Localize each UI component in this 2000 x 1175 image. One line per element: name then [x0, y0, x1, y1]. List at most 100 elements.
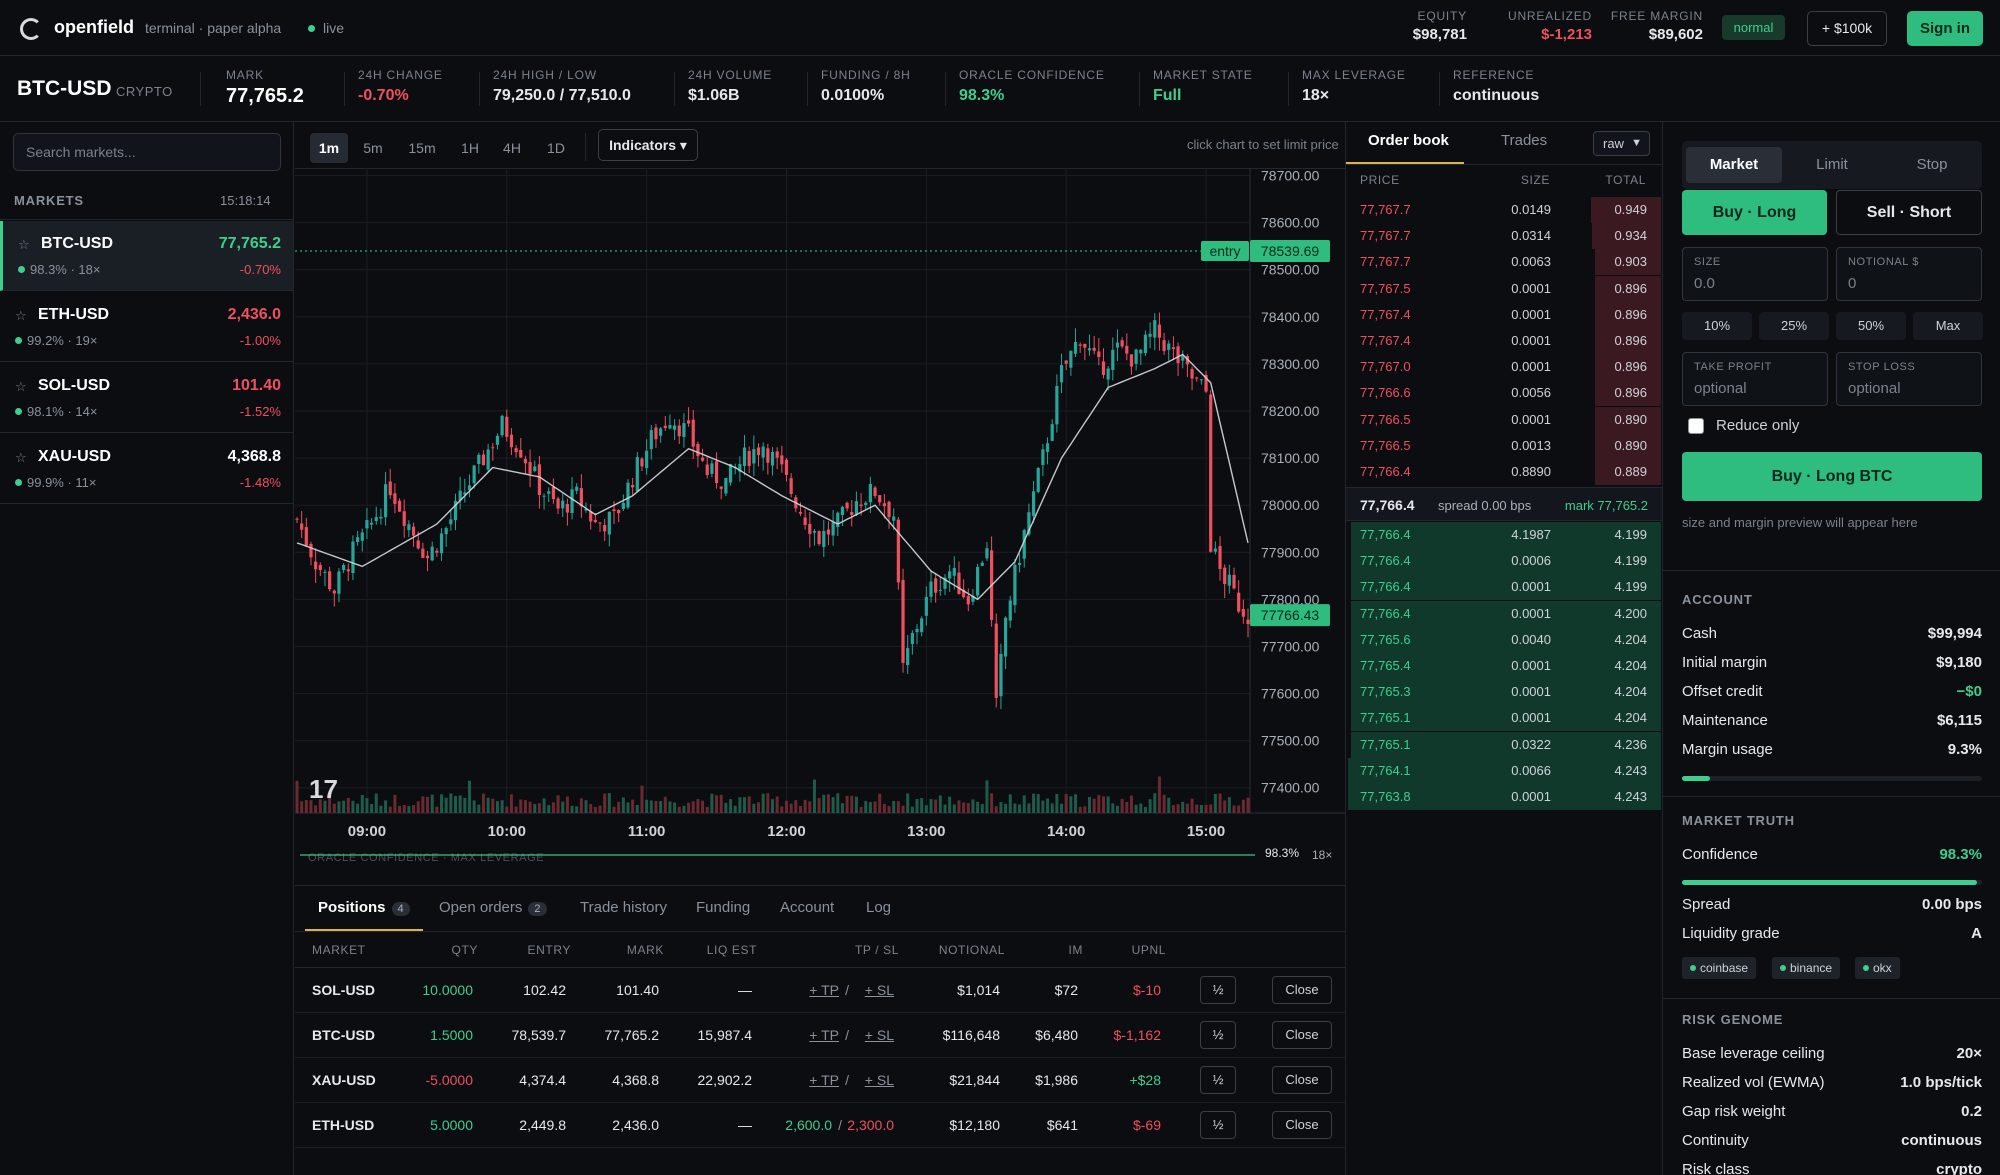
indicators-dropdown[interactable]: Indicators ▾ [598, 129, 698, 161]
size-input[interactable]: 0.0 [1694, 275, 1715, 292]
take-profit-input[interactable]: optional [1694, 380, 1747, 397]
take-profit-value[interactable]: 2,600.0 [785, 1117, 832, 1133]
add-take-profit-link[interactable]: + TP [809, 982, 839, 998]
reduce-only-checkbox[interactable] [1688, 418, 1704, 434]
add-stop-loss-link[interactable]: + SL [865, 1027, 894, 1043]
submit-order-button[interactable]: Buy · Long BTC [1682, 452, 1982, 501]
positions-column-header: NOTIONAL [938, 943, 1005, 957]
take-profit-field[interactable]: TAKE PROFIT optional [1682, 352, 1828, 406]
add-take-profit-link[interactable]: + TP [809, 1072, 839, 1088]
ask-row[interactable]: 77,767.7 0.0063 0.903 [1346, 249, 1661, 276]
ask-row[interactable]: 77,766.6 0.0056 0.896 [1346, 380, 1661, 407]
stop-loss-value[interactable]: 2,300.0 [847, 1117, 894, 1133]
orderbook-tab[interactable]: Order book [1368, 132, 1449, 149]
size-field[interactable]: SIZE 0.0 [1682, 247, 1828, 301]
favorite-star-icon[interactable]: ☆ [15, 308, 27, 324]
bid-row[interactable]: 77,766.4 0.0001 4.199 [1346, 574, 1661, 601]
ask-row[interactable]: 77,767.4 0.0001 0.896 [1346, 328, 1661, 354]
order-type-stop[interactable]: Stop [1884, 147, 1980, 183]
ask-row[interactable]: 77,767.0 0.0001 0.896 [1346, 354, 1661, 381]
bid-row[interactable]: 77,765.3 0.0001 4.204 [1346, 679, 1661, 706]
bid-row[interactable]: 77,763.8 0.0001 4.243 [1346, 784, 1661, 810]
volume-bar [836, 793, 840, 813]
candle-body [346, 569, 350, 572]
ask-row[interactable]: 77,767.4 0.0001 0.896 [1346, 301, 1661, 328]
sell-short-button[interactable]: Sell · Short [1836, 190, 1982, 235]
add-stop-loss-link[interactable]: + SL [865, 1072, 894, 1088]
timeframe-1h[interactable]: 1H [454, 133, 486, 163]
positions-tab[interactable]: Positions 4 [318, 899, 410, 916]
bid-row[interactable]: 77,765.1 0.0322 4.236 [1346, 731, 1661, 758]
order-type-market[interactable]: Market [1686, 147, 1782, 183]
bid-row[interactable]: 77,765.6 0.0040 4.204 [1346, 626, 1661, 653]
position-row[interactable]: XAU-USD -5.0000 4,374.4 4,368.8 22,902.2 + TP… [295, 1058, 1345, 1103]
size-percent-button[interactable]: Max [1913, 312, 1983, 340]
ask-row[interactable]: 77,767.7 0.0314 0.934 [1346, 223, 1661, 250]
bid-row[interactable]: 77,766.4 4.1987 4.199 [1346, 522, 1661, 548]
ask-row[interactable]: 77,766.5 0.0013 0.890 [1346, 432, 1661, 459]
ask-row[interactable]: 77,767.7 0.0149 0.949 [1346, 197, 1661, 223]
timeframe-1m[interactable]: 1m [310, 133, 348, 163]
size-percent-button[interactable]: 25% [1759, 312, 1829, 340]
bid-row[interactable]: 77,765.1 0.0001 4.204 [1346, 705, 1661, 732]
bid-row[interactable]: 77,764.1 0.0066 4.243 [1346, 757, 1661, 784]
half-close-button[interactable]: ½ [1200, 976, 1236, 1004]
half-close-button[interactable]: ½ [1200, 1021, 1236, 1049]
timeframe-15m[interactable]: 15m [401, 133, 443, 163]
add-take-profit-link[interactable]: + TP [809, 1027, 839, 1043]
notional-input[interactable]: 0 [1848, 275, 1856, 292]
stop-loss-field[interactable]: STOP LOSS optional [1836, 352, 1982, 406]
market-row[interactable]: ☆ XAU-USD 4,368.8 99.9% · 11× -1.48% [0, 434, 293, 504]
ask-row[interactable]: 77,766.5 0.0001 0.890 [1346, 406, 1661, 433]
positions-tab[interactable]: Open orders 2 [439, 899, 547, 916]
close-position-button[interactable]: Close [1272, 976, 1332, 1004]
half-close-button[interactable]: ½ [1200, 1111, 1236, 1139]
price-chart[interactable]: entry 78539.69 78700.00 78600.00 78500.00 784… [295, 168, 1345, 848]
position-row[interactable]: SOL-USD 10.0000 102.42 101.40 — + TP / + SL $1,0… [295, 968, 1345, 1013]
position-row[interactable]: BTC-USD 1.5000 78,539.7 77,765.2 15,987.4 + T… [295, 1013, 1345, 1058]
notional-field[interactable]: NOTIONAL $ 0 [1836, 247, 1982, 301]
orderbook-mode-select[interactable]: raw ▼ [1593, 131, 1650, 156]
positions-tab[interactable]: Trade history [580, 899, 667, 916]
market-search-input[interactable]: Search markets... [13, 133, 281, 171]
ask-row[interactable]: 77,767.5 0.0001 0.896 [1346, 275, 1661, 302]
bid-row[interactable]: 77,766.4 0.0001 4.200 [1346, 600, 1661, 627]
favorite-star-icon[interactable]: ☆ [15, 450, 27, 466]
close-position-button[interactable]: Close [1272, 1021, 1332, 1049]
market-row[interactable]: ☆ ETH-USD 2,436.0 99.2% · 19× -1.00% [0, 292, 293, 362]
positions-tab[interactable]: Funding [696, 899, 750, 916]
buy-long-button[interactable]: Buy · Long [1682, 190, 1827, 235]
trades-tab[interactable]: Trades [1501, 132, 1547, 149]
sign-in-button[interactable]: Sign in [1907, 11, 1983, 46]
brand-name[interactable]: openfield [54, 17, 134, 38]
stop-loss-input[interactable]: optional [1848, 380, 1901, 397]
volume-bar [845, 795, 849, 813]
volume-bar [370, 803, 374, 813]
favorite-star-icon[interactable]: ☆ [15, 379, 27, 395]
add-funds-button[interactable]: + $100k [1807, 11, 1887, 46]
timeframe-4h[interactable]: 4H [496, 133, 528, 163]
position-row[interactable]: ETH-USD 5.0000 2,449.8 2,436.0 — 2,600.0 / 2,30… [295, 1103, 1345, 1148]
timeframe-1d[interactable]: 1D [538, 133, 574, 163]
size-percent-button[interactable]: 10% [1682, 312, 1752, 340]
half-close-button[interactable]: ½ [1200, 1066, 1236, 1094]
bid-row[interactable]: 77,765.4 0.0001 4.204 [1346, 653, 1661, 679]
add-stop-loss-link[interactable]: + SL [865, 982, 894, 998]
order-type-limit[interactable]: Limit [1784, 147, 1880, 183]
close-position-button[interactable]: Close [1272, 1066, 1332, 1094]
volume-bar [999, 802, 1003, 813]
reduce-only-label[interactable]: Reduce only [1716, 417, 1799, 434]
candle-body [677, 425, 681, 437]
positions-tab[interactable]: Log [866, 899, 891, 916]
candle-body [1073, 341, 1078, 354]
close-position-button[interactable]: Close [1272, 1111, 1332, 1139]
market-row[interactable]: ☆ BTC-USD 77,765.2 98.3% · 18× -0.70% [0, 221, 293, 291]
timeframe-5m[interactable]: 5m [355, 133, 391, 163]
market-row[interactable]: ☆ SOL-USD 101.40 98.1% · 14× -1.52% [0, 363, 293, 433]
last-price-label: 77766.43 [1261, 607, 1320, 623]
favorite-star-icon[interactable]: ☆ [18, 237, 30, 253]
positions-tab[interactable]: Account [780, 899, 834, 916]
bid-row[interactable]: 77,766.4 0.0006 4.199 [1346, 548, 1661, 575]
size-percent-button[interactable]: 50% [1836, 312, 1906, 340]
ask-row[interactable]: 77,766.4 0.8890 0.889 [1346, 459, 1661, 485]
